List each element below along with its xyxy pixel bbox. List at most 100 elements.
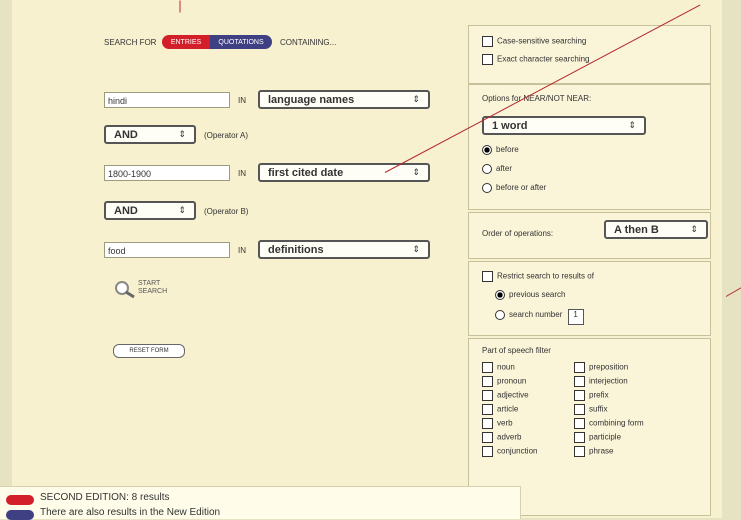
search-term-1-input[interactable]: hindi <box>104 92 230 108</box>
pos-verb-checkbox[interactable] <box>482 418 493 429</box>
pos-verb-label: verb <box>497 418 513 428</box>
field-select-1-value: language names <box>268 93 355 106</box>
operator-a-select[interactable]: AND ⇕ <box>104 125 196 144</box>
near-after-option[interactable]: after <box>482 164 512 174</box>
pos-prefix-checkbox[interactable] <box>574 390 585 401</box>
near-before-or-after-option[interactable]: before or after <box>482 183 546 193</box>
pos-prefix-option[interactable]: prefix <box>574 390 684 401</box>
pos-adverb-option[interactable]: adverb <box>482 432 574 443</box>
operator-a-value: AND <box>114 128 138 141</box>
pos-adjective-option[interactable]: adjective <box>482 390 574 401</box>
near-before-option[interactable]: before <box>482 145 519 155</box>
pos-participle-label: participle <box>589 432 622 442</box>
search-number-radio[interactable] <box>495 309 505 320</box>
pos-verb-option[interactable]: verb <box>482 418 574 429</box>
select-arrow-icon: ⇕ <box>412 244 420 254</box>
results-line-2: There are also results in the New Editio… <box>40 507 221 518</box>
pos-conjunction-checkbox[interactable] <box>482 446 493 457</box>
start-search-line1: START <box>138 280 161 287</box>
pos-noun-option[interactable]: noun <box>482 362 574 373</box>
pos-preposition-checkbox[interactable] <box>574 362 585 373</box>
pos-participle-option[interactable]: participle <box>574 432 684 443</box>
start-search-button[interactable]: START SEARCH <box>138 280 167 296</box>
pos-phrase-checkbox[interactable] <box>574 446 585 457</box>
pos-conjunction-label: conjunction <box>497 446 538 456</box>
pos-suffix-option[interactable]: suffix <box>574 404 684 415</box>
search-term-2-input[interactable]: 1800-1900 <box>104 165 230 181</box>
operator-b-select[interactable]: AND ⇕ <box>104 201 196 220</box>
order-select[interactable]: A then B ⇕ <box>604 220 708 239</box>
pos-combining-form-checkbox[interactable] <box>574 418 585 429</box>
search-term-3-input[interactable]: food <box>104 242 230 258</box>
pos-combining-form-label: combining form <box>589 418 644 428</box>
search-number-label: search number <box>509 310 563 319</box>
restrict-option[interactable]: Restrict search to results of <box>482 271 594 282</box>
pos-suffix-label: suffix <box>589 404 608 414</box>
in-label-3: IN <box>238 246 246 255</box>
before-label: before <box>496 145 519 155</box>
pos-prefix-label: prefix <box>589 390 609 400</box>
pos-article-checkbox[interactable] <box>482 404 493 415</box>
pos-noun-checkbox[interactable] <box>482 362 493 373</box>
pos-article-label: article <box>497 404 519 414</box>
case-sensitive-checkbox[interactable] <box>482 36 493 47</box>
search-for-label: SEARCH FOR <box>104 38 157 47</box>
search-number-input[interactable]: 1 <box>567 309 584 325</box>
previous-search-option[interactable]: previous search <box>495 290 565 300</box>
pos-conjunction-option[interactable]: conjunction <box>482 446 574 457</box>
before-radio[interactable] <box>482 145 492 155</box>
pos-grid: noun preposition pronoun interjection ad… <box>482 362 684 457</box>
pos-pronoun-checkbox[interactable] <box>482 376 493 387</box>
case-sensitive-option[interactable]: Case-sensitive searching <box>482 36 586 47</box>
pos-phrase-option[interactable]: phrase <box>574 446 684 457</box>
after-radio[interactable] <box>482 164 492 174</box>
exact-character-checkbox[interactable] <box>482 54 493 65</box>
operator-b-label: (Operator B) <box>204 207 249 216</box>
field-select-3[interactable]: definitions ⇕ <box>258 240 430 259</box>
start-search-line2: SEARCH <box>138 288 168 295</box>
field-select-2[interactable]: first cited date ⇕ <box>258 163 430 182</box>
restrict-checkbox[interactable] <box>482 271 493 282</box>
previous-search-label: previous search <box>509 290 566 300</box>
annotation-line-1 <box>179 0 181 13</box>
operator-a-label: (Operator A) <box>204 131 249 140</box>
order-label: Order of operations: <box>482 229 554 238</box>
near-select[interactable]: 1 word ⇕ <box>482 116 646 135</box>
pos-preposition-option[interactable]: preposition <box>574 362 684 373</box>
pos-adjective-label: adjective <box>497 390 529 400</box>
order-select-value: A then B <box>614 223 659 236</box>
annotation-line-3 <box>725 286 741 297</box>
pos-interjection-checkbox[interactable] <box>574 376 585 387</box>
magnifier-icon[interactable] <box>112 281 138 299</box>
select-arrow-icon: ⇕ <box>178 205 186 215</box>
pos-adverb-label: adverb <box>497 432 522 442</box>
before-or-after-radio[interactable] <box>482 183 492 193</box>
in-label-1: IN <box>238 96 246 105</box>
before-or-after-label: before or after <box>496 183 547 193</box>
field-select-1[interactable]: language names ⇕ <box>258 90 430 109</box>
search-number-option[interactable]: search number 1 <box>495 309 584 325</box>
pos-participle-checkbox[interactable] <box>574 432 585 443</box>
pos-adjective-checkbox[interactable] <box>482 390 493 401</box>
pos-adverb-checkbox[interactable] <box>482 432 493 443</box>
oed3-badge-icon <box>6 510 34 520</box>
tab-entries[interactable]: ENTRIES <box>162 35 210 49</box>
reset-form-button[interactable]: RESET FORM <box>113 344 185 358</box>
pos-suffix-checkbox[interactable] <box>574 404 585 415</box>
case-sensitive-label: Case-sensitive searching <box>497 36 587 46</box>
exact-character-option[interactable]: Exact character searching <box>482 54 590 65</box>
tab-quotations[interactable]: QUOTATIONS <box>210 35 272 49</box>
pos-interjection-label: interjection <box>589 376 628 386</box>
previous-search-radio[interactable] <box>495 290 505 300</box>
exact-character-label: Exact character searching <box>497 54 590 64</box>
search-panel: SEARCH FOR ENTRIES QUOTATIONS CONTAINING… <box>12 0 722 518</box>
pos-article-option[interactable]: article <box>482 404 574 415</box>
operator-b-value: AND <box>114 204 138 217</box>
select-arrow-icon: ⇕ <box>412 167 420 177</box>
results-line-1: SECOND EDITION: 8 results <box>40 492 170 503</box>
field-select-2-value: first cited date <box>268 166 344 179</box>
pos-combining-form-option[interactable]: combining form <box>574 418 684 429</box>
pos-pronoun-option[interactable]: pronoun <box>482 376 574 387</box>
pos-interjection-option[interactable]: interjection <box>574 376 684 387</box>
field-select-3-value: definitions <box>268 243 324 256</box>
